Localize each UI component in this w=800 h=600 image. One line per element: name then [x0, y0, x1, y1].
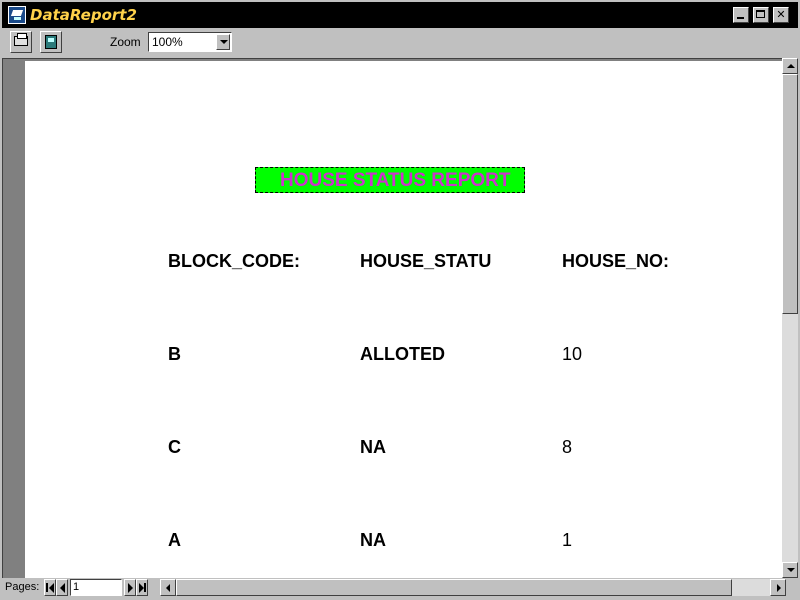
export-button[interactable] [40, 31, 62, 53]
row-2-house-status: NA [360, 437, 386, 457]
zoom-label: Zoom [110, 35, 141, 49]
horizontal-scrollbar[interactable] [160, 579, 786, 596]
report-title-box: HOUSE STATUS REPORT [255, 167, 525, 193]
maximize-icon [756, 10, 765, 18]
header-house-no: HOUSE_NO: [562, 251, 670, 271]
vertical-scrollbar[interactable] [782, 58, 798, 578]
window-title: DataReport2 [30, 6, 137, 24]
row-1-block-code: B [168, 344, 181, 364]
report-title: HOUSE STATUS REPORT [280, 170, 511, 191]
page-number-input[interactable]: 1 [70, 579, 122, 596]
header-house-status: HOUSE_STATU [360, 251, 492, 271]
size-grip[interactable] [786, 579, 798, 596]
close-icon: ✕ [776, 8, 786, 21]
row-2-block-code: C [168, 437, 181, 457]
page-navigation-bar: Pages: 1 [2, 578, 798, 598]
row-3-house-no: 1 [562, 530, 573, 550]
last-page-icon[interactable] [136, 579, 148, 596]
header-block-code: BLOCK_CODE: [168, 251, 301, 271]
pages-label: Pages: [5, 581, 40, 593]
export-icon [45, 35, 57, 49]
report-view: HOUSE STATUS REPORT BLOCK_CODE: HOUSE_ST… [2, 58, 782, 578]
row-3-house-status: NA [360, 530, 386, 550]
minimize-icon [737, 17, 744, 19]
printer-icon [14, 33, 28, 46]
report-window: DataReport2 ✕ Zoom 100% HOUSE STATUS REP… [0, 0, 800, 600]
row-1-house-status: ALLOTED [360, 344, 445, 364]
print-button[interactable] [10, 31, 32, 53]
app-icon[interactable] [8, 6, 26, 24]
zoom-value: 100% [152, 35, 183, 49]
row-1-house-no: 10 [562, 344, 583, 364]
scroll-down-icon[interactable] [782, 562, 798, 578]
close-button[interactable]: ✕ [773, 7, 789, 23]
previous-page-icon[interactable] [56, 579, 68, 596]
scroll-right-icon[interactable] [770, 579, 786, 596]
scroll-up-icon[interactable] [782, 58, 798, 74]
toolbar: Zoom 100% [2, 28, 798, 56]
maximize-button[interactable] [753, 7, 769, 23]
chevron-down-icon[interactable] [216, 34, 230, 50]
minimize-button[interactable] [733, 7, 749, 23]
row-2-house-no: 8 [562, 437, 573, 457]
vertical-scroll-thumb[interactable] [782, 74, 798, 314]
first-page-icon[interactable] [44, 579, 56, 596]
horizontal-scroll-thumb[interactable] [176, 579, 732, 596]
report-page: HOUSE STATUS REPORT BLOCK_CODE: HOUSE_ST… [25, 61, 782, 578]
next-page-icon[interactable] [124, 579, 136, 596]
scroll-left-icon[interactable] [160, 579, 176, 596]
row-3-block-code: A [168, 530, 181, 550]
zoom-select[interactable]: 100% [148, 32, 232, 52]
title-bar[interactable]: DataReport2 ✕ [2, 2, 798, 28]
